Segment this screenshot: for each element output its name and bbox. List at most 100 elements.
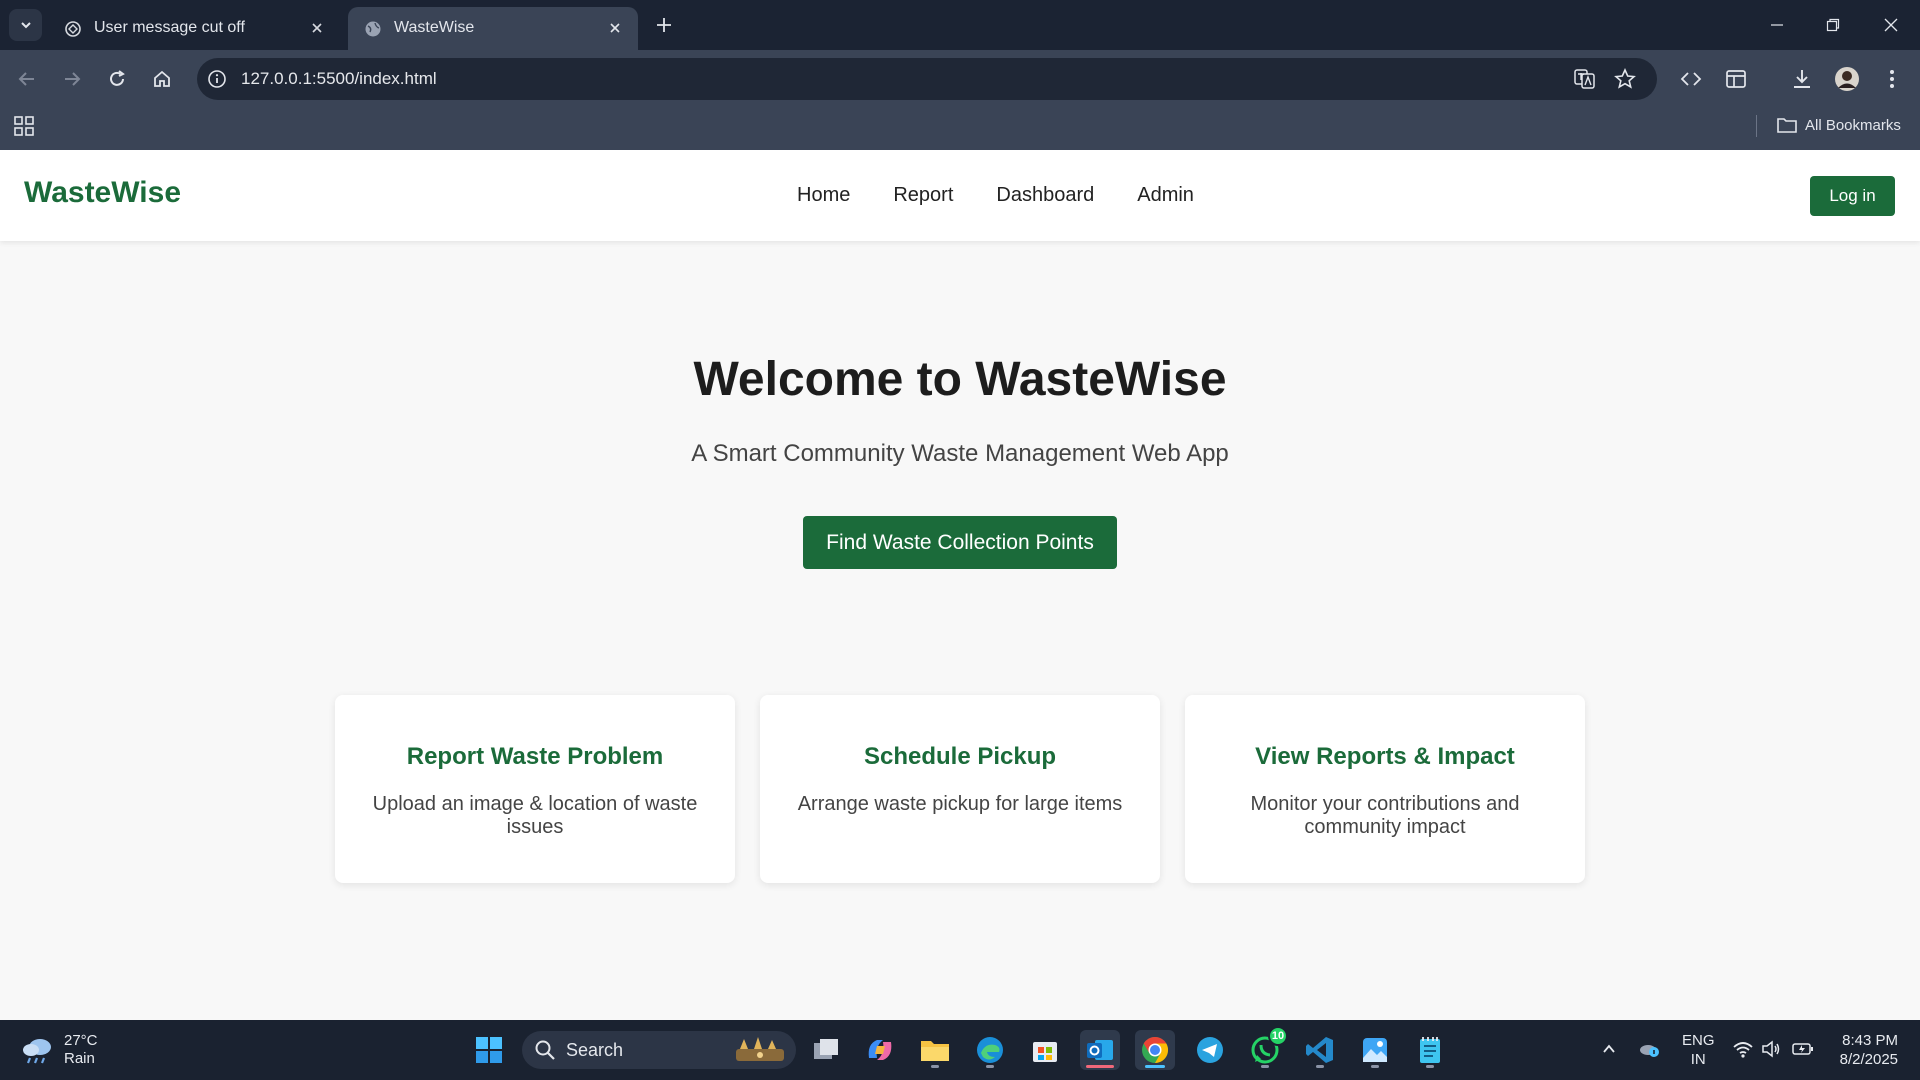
chevron-down-icon [20, 22, 31, 29]
start-button[interactable] [469, 1030, 509, 1070]
feature-card-pickup[interactable]: Schedule Pickup Arrange waste pickup for… [760, 695, 1160, 883]
side-panel-icon[interactable] [1723, 66, 1749, 92]
close-icon[interactable] [604, 17, 626, 39]
tab-user-message[interactable]: User message cut off [48, 7, 340, 50]
browser-toolbar: 127.0.0.1:5500/index.html [0, 50, 1920, 108]
cloud-info-icon [1640, 1045, 1659, 1057]
nav-link-home[interactable]: Home [797, 184, 850, 207]
chatgpt-icon [65, 21, 81, 37]
all-bookmarks-label: All Bookmarks [1805, 116, 1901, 134]
reload-button[interactable] [104, 66, 130, 92]
folder-icon [1777, 118, 1797, 133]
region-code: IN [1690, 1051, 1706, 1068]
edge-app[interactable] [970, 1030, 1010, 1070]
find-collection-points-button[interactable]: Find Waste Collection Points [803, 516, 1117, 569]
tab-title: User message cut off [94, 19, 245, 36]
tab-title: WasteWise [394, 19, 475, 36]
bookmarks-bar [0, 108, 1920, 150]
folder-icon [921, 1041, 949, 1061]
card-text: Monitor your contributions and community… [1250, 793, 1520, 838]
site-info-icon[interactable] [205, 67, 229, 91]
search-highlight-image [736, 1037, 784, 1061]
login-button[interactable]: Log in [1810, 176, 1895, 216]
task-view-app[interactable] [806, 1030, 846, 1070]
forward-button[interactable] [59, 66, 85, 92]
url-text: 127.0.0.1:5500/index.html [241, 69, 437, 88]
edge-icon [977, 1037, 1003, 1063]
back-button[interactable] [14, 66, 40, 92]
notepad-icon [1420, 1037, 1440, 1063]
nav-links: Home Report Dashboard Admin [797, 184, 1194, 207]
outlook-icon [1087, 1040, 1113, 1060]
volume-tray[interactable] [1760, 1038, 1782, 1060]
card-text: Arrange waste pickup for large items [797, 793, 1123, 815]
battery-tray[interactable] [1792, 1038, 1814, 1060]
chevron-up-icon [1603, 1044, 1615, 1053]
notification-badge: 10 [1268, 1026, 1288, 1046]
address-bar[interactable]: 127.0.0.1:5500/index.html [197, 58, 1657, 100]
bookmark-star-icon[interactable] [1613, 67, 1637, 91]
tab-search-button[interactable] [9, 9, 42, 41]
windows-taskbar: 27°C Rain Search 10 ENG IN 8:43 PM 8/2/2… [0, 1020, 1920, 1080]
profile-avatar[interactable] [1834, 66, 1860, 92]
plus-icon [657, 18, 671, 32]
web-page: WasteWise Home Report Dashboard Admin Lo… [0, 150, 1920, 1020]
notepad-app[interactable] [1410, 1030, 1450, 1070]
clock-time: 8:43 PM [1842, 1032, 1898, 1049]
chrome-app[interactable] [1135, 1030, 1175, 1070]
taskbar-search[interactable]: Search [522, 1031, 796, 1069]
devtools-code-icon[interactable] [1678, 66, 1704, 92]
weather-condition: Rain [64, 1050, 95, 1067]
whatsapp-app[interactable]: 10 [1245, 1026, 1288, 1070]
windows-logo-icon [476, 1037, 502, 1063]
chrome-icon [1142, 1036, 1169, 1064]
store-icon [1033, 1042, 1057, 1062]
vscode-icon [1306, 1037, 1333, 1063]
store-app[interactable] [1025, 1030, 1065, 1070]
weather-widget[interactable]: 27°C Rain [20, 1032, 98, 1068]
tray-overflow-button[interactable] [1598, 1038, 1620, 1060]
globe-icon [365, 21, 381, 37]
clock[interactable]: 8:43 PM 8/2/2025 [1840, 1031, 1898, 1069]
file-explorer-app[interactable] [915, 1030, 955, 1070]
restore-button[interactable] [1818, 10, 1848, 40]
language-indicator[interactable]: ENG IN [1682, 1031, 1715, 1069]
hero-subtitle: A Smart Community Waste Management Web A… [691, 440, 1229, 467]
search-label: Search [566, 1040, 624, 1060]
rain-cloud-icon [23, 1039, 51, 1064]
all-bookmarks-button[interactable]: All Bookmarks [1777, 114, 1901, 136]
new-tab-button[interactable] [652, 13, 676, 37]
feature-card-report[interactable]: Report Waste Problem Upload an image & l… [335, 695, 735, 883]
language-code: ENG [1682, 1032, 1715, 1049]
site-navbar: WasteWise Home Report Dashboard Admin Lo… [0, 150, 1920, 241]
photos-app[interactable] [1355, 1030, 1395, 1070]
photos-icon [1363, 1038, 1387, 1062]
feature-card-impact[interactable]: View Reports & Impact Monitor your contr… [1185, 695, 1585, 883]
tab-wastewise[interactable]: WasteWise [348, 7, 638, 50]
copilot-app[interactable] [860, 1030, 900, 1070]
wifi-icon [1733, 1042, 1753, 1058]
download-icon[interactable] [1789, 66, 1815, 92]
wifi-tray[interactable] [1732, 1038, 1754, 1060]
tab-strip: User message cut off WasteWise [0, 0, 1920, 50]
bookmarks-divider [1756, 115, 1757, 137]
nav-link-report[interactable]: Report [893, 184, 953, 207]
nav-link-dashboard[interactable]: Dashboard [996, 184, 1094, 207]
translate-icon[interactable] [1573, 67, 1597, 91]
onedrive-tray[interactable] [1638, 1038, 1660, 1060]
outlook-app[interactable] [1080, 1030, 1120, 1070]
minimize-button[interactable] [1762, 10, 1792, 40]
more-menu-icon[interactable] [1879, 66, 1905, 92]
card-text: Upload an image & location of waste issu… [372, 793, 698, 838]
home-button[interactable] [149, 66, 175, 92]
apps-grid-icon[interactable] [14, 116, 34, 136]
copilot-icon [868, 1040, 892, 1060]
close-icon[interactable] [306, 17, 328, 39]
telegram-app[interactable] [1190, 1030, 1230, 1070]
site-logo[interactable]: WasteWise [24, 176, 181, 210]
vscode-app[interactable] [1300, 1030, 1340, 1070]
nav-link-admin[interactable]: Admin [1137, 184, 1194, 207]
close-window-button[interactable] [1876, 10, 1906, 40]
weather-temp: 27°C [64, 1032, 98, 1049]
card-title: Schedule Pickup [863, 743, 1057, 770]
